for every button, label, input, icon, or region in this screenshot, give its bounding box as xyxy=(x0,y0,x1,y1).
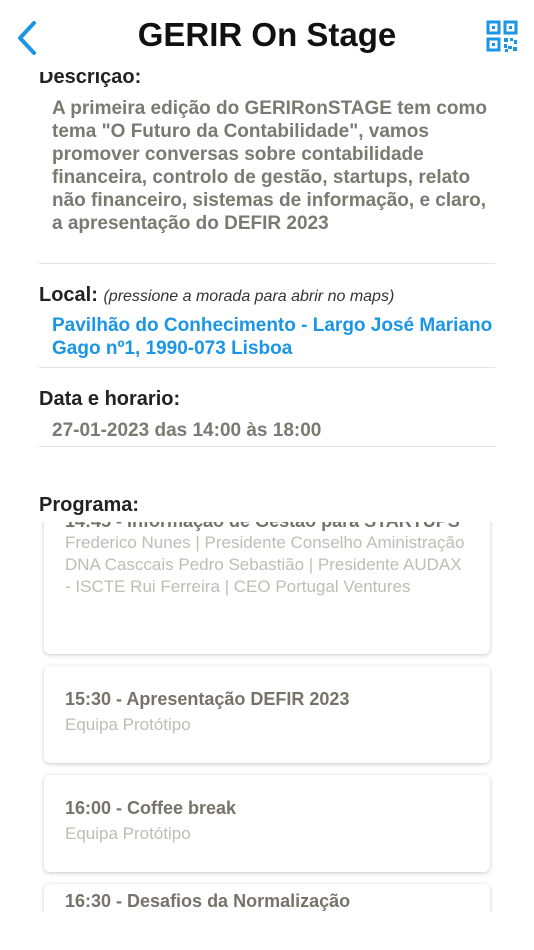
description-section: Descrição: A primeira edição do GERIRonS… xyxy=(39,66,495,235)
divider xyxy=(39,263,495,264)
program-card[interactable]: 15:30 - Apresentação DEFIR 2023 Equipa P… xyxy=(44,666,490,763)
location-label: Local: xyxy=(39,284,98,306)
location-hint: (pressione a morada para abrir no maps) xyxy=(103,288,395,305)
header-bar: GERIR On Stage xyxy=(0,0,534,72)
program-card[interactable]: 16:00 - Coffee break Equipa Protótipo xyxy=(44,775,490,872)
program-card[interactable]: 14:45 - Informação de Gestão para STARTU… xyxy=(44,522,490,654)
event-details[interactable]: Descrição: A primeira edição do GERIRonS… xyxy=(0,64,534,950)
program-item-title: 15:30 - Apresentação DEFIR 2023 xyxy=(65,689,350,709)
qr-code-icon xyxy=(486,20,518,52)
date-label: Data e horario: xyxy=(39,388,181,410)
program-item-title: 14:45 - Informação de Gestão para STARTU… xyxy=(65,522,469,532)
page-title: GERIR On Stage xyxy=(137,16,397,53)
address-link[interactable]: Pavilhão do Conhecimento - Largo José Ma… xyxy=(39,314,495,360)
program-item-speakers: Equipa Protótipo xyxy=(65,824,191,843)
divider xyxy=(39,367,495,368)
date-value: 27-01-2023 das 14:00 às 18:00 xyxy=(52,420,322,441)
program-section: Programa: xyxy=(39,494,495,517)
date-section: Data e horario: 27-01-2023 das 14:00 às … xyxy=(39,388,495,442)
divider xyxy=(39,446,495,447)
program-item-title: 16:30 - Desafios da Normalização xyxy=(65,891,351,911)
program-list[interactable]: 14:45 - Informação de Gestão para STARTU… xyxy=(0,522,534,912)
program-item-speakers: Frederico Nunes | Presidente Conselho Am… xyxy=(65,533,465,596)
program-item-speakers: Equipa Protótipo xyxy=(65,715,191,734)
program-item-title: 16:00 - Coffee break xyxy=(65,798,237,818)
program-label: Programa: xyxy=(39,494,140,516)
qr-code-button[interactable] xyxy=(486,20,518,52)
program-card[interactable]: 16:30 - Desafios da Normalização xyxy=(44,884,490,912)
location-label-row: Local: (pressione a morada para abrir no… xyxy=(39,284,495,307)
description-text: A primeira edição do GERIRonSTAGE tem co… xyxy=(52,98,487,234)
location-section: Local: (pressione a morada para abrir no… xyxy=(39,284,495,360)
